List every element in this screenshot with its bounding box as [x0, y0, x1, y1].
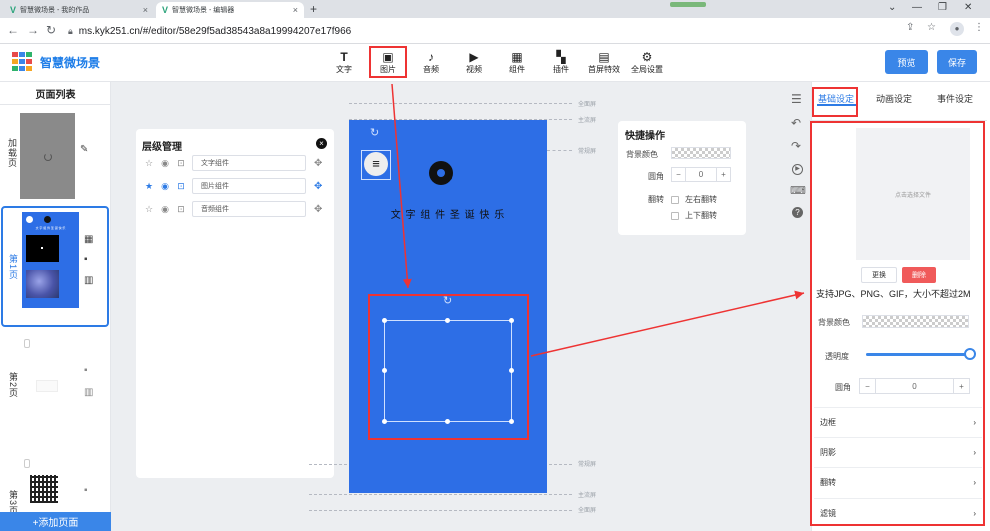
arrow-image-to-settings — [530, 290, 805, 357]
arrow-toolbar-to-image — [391, 83, 412, 289]
annotation-arrows — [391, 83, 805, 357]
